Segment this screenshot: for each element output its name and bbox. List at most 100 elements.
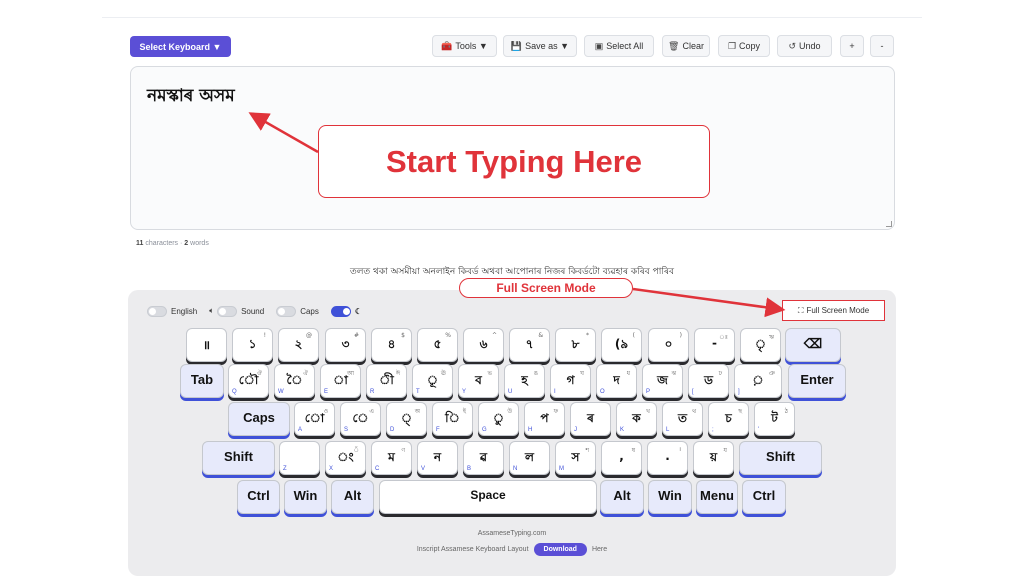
key-row2-4[interactable]: ী ঈ R (366, 364, 407, 398)
key-row2-3[interactable]: া আ E (320, 364, 361, 398)
key-row2-5[interactable]: ূ ঊ T (412, 364, 453, 398)
key-shift-label: @ (306, 332, 312, 339)
key-row1-5[interactable]: ৫% (417, 328, 458, 362)
key-row4-10[interactable]: য় য (693, 441, 734, 475)
key-row1-2[interactable]: ২ @ (278, 328, 319, 362)
sound-toggle-group[interactable]: 🔈︎ Sound (209, 305, 265, 317)
editor-text[interactable]: নমস্কাৰ অসম (147, 83, 235, 111)
tools-button[interactable]: 🧰 Tools ▼ (432, 35, 497, 57)
key-row4-4[interactable]: নV (417, 441, 458, 475)
key-row5-1[interactable]: Win (284, 480, 327, 514)
key-row1-6[interactable]: ৬ ^ (463, 328, 504, 362)
undo-button[interactable]: ↺ Undo (777, 35, 832, 57)
key-row4-1[interactable]: Z (279, 441, 320, 475)
undo-label: Undo (799, 41, 821, 51)
key-row2-1[interactable]: ৌ ঔ Q (228, 364, 269, 398)
key-row1-1[interactable]: ১! (232, 328, 273, 362)
key-row1-13[interactable]: ⌫ (785, 328, 841, 362)
resize-handle[interactable] (886, 221, 892, 227)
dark-mode-toggle[interactable] (330, 305, 351, 317)
copy-button[interactable]: ❐ Copy (718, 35, 770, 57)
key-row2-12[interactable]: ় ঞ] (734, 364, 782, 398)
key-row1-9[interactable]: (৯( (601, 328, 642, 362)
key-shift-label: ঞ (768, 370, 775, 377)
select-keyboard-button[interactable]: Select Keyboard ▼ (130, 36, 231, 57)
key-shift-label: ঠ (784, 408, 788, 415)
key-latin-label: B (467, 466, 472, 472)
key-row3-3[interactable]: ্ অ D (386, 402, 427, 436)
key-row1-12[interactable]: ৃ ঋ (740, 328, 781, 362)
key-row3-2[interactable]: ে এ S (340, 402, 381, 436)
key-row5-4[interactable]: Alt (600, 480, 644, 514)
key-row3-11[interactable]: ট ঠ ' (754, 402, 795, 436)
key-row2-8[interactable]: গঘ I (550, 364, 591, 398)
key-row2-6[interactable]: বভY (458, 364, 499, 398)
key-label: ৩ (341, 337, 350, 351)
key-shift-label: ঃ (719, 334, 728, 341)
english-toggle[interactable] (147, 305, 167, 317)
key-row1-8[interactable]: ৮ * (555, 328, 596, 362)
key-row5-0[interactable]: Ctrl (237, 480, 280, 514)
clear-button[interactable]: 🗑 Clear (662, 35, 710, 57)
sound-toggle[interactable] (217, 305, 238, 317)
key-shift-label: ধ (626, 370, 630, 377)
key-label: ৫ (433, 337, 442, 351)
sound-label: Sound (241, 306, 265, 316)
dark-mode-toggle-group[interactable]: ☾ (330, 305, 362, 317)
key-row5-5[interactable]: Win (648, 480, 692, 514)
key-latin-label: K (620, 427, 625, 433)
key-row3-7[interactable]: ৰJ (570, 402, 611, 436)
key-row4-11[interactable]: Shift (739, 441, 822, 475)
key-row2-0[interactable]: Tab (180, 364, 224, 398)
key-row3-4[interactable]: ি ই F (432, 402, 473, 436)
key-row4-6[interactable]: লN (509, 441, 550, 475)
caps-toggle[interactable] (276, 305, 297, 317)
key-row4-8[interactable]: ,ষ (601, 441, 642, 475)
key-row3-10[interactable]: চ ছ; (708, 402, 749, 436)
key-row5-3[interactable]: Space (379, 480, 597, 514)
key-row2-2[interactable]: ৈ ঐ W (274, 364, 315, 398)
key-shift-label: আ (347, 370, 354, 377)
key-label: Alt (343, 488, 362, 503)
zoom-out-button[interactable]: - (870, 35, 894, 57)
key-row5-2[interactable]: Alt (331, 480, 374, 514)
key-row1-10[interactable]: ০) (648, 328, 689, 362)
key-row5-6[interactable]: Menu (696, 480, 738, 514)
caps-toggle-group[interactable]: Caps (276, 305, 319, 317)
key-label: ৬ (479, 337, 488, 351)
key-row2-11[interactable]: ড ঢ [ (688, 364, 729, 398)
zoom-in-button[interactable]: + (840, 35, 864, 57)
key-row5-7[interactable]: Ctrl (742, 480, 786, 514)
key-row4-2[interactable]: ংঁ X (325, 441, 366, 475)
key-row4-3[interactable]: মণC (371, 441, 412, 475)
key-row3-6[interactable]: পফH (524, 402, 565, 436)
key-latin-label: ' (758, 427, 760, 433)
key-row1-0[interactable]: ॥ (186, 328, 227, 362)
key-row3-1[interactable]: ো ও A (294, 402, 335, 436)
full-screen-button[interactable]: ⛶ Full Screen Mode (782, 300, 885, 321)
key-row1-7[interactable]: ৭ & (509, 328, 550, 362)
key-row2-9[interactable]: দধO (596, 364, 637, 398)
key-row3-5[interactable]: ু উ G (478, 402, 519, 436)
key-row3-9[interactable]: তথL (662, 402, 703, 436)
copy-label: Copy (739, 41, 761, 51)
key-row4-5[interactable]: ৱB (463, 441, 504, 475)
save-as-button[interactable]: 💾 Save as ▼ (503, 35, 577, 57)
word-count: 2 (184, 240, 189, 247)
key-row4-7[interactable]: সশM (555, 441, 596, 475)
key-row4-0[interactable]: Shift (202, 441, 275, 475)
key-row2-7[interactable]: হঙU (504, 364, 545, 398)
text-editor[interactable]: নমস্কাৰ অসম Start Typing Here (130, 66, 895, 230)
key-row2-10[interactable]: জঝP (642, 364, 683, 398)
key-shift-label: ও (323, 408, 328, 415)
download-button[interactable]: Download (533, 543, 587, 556)
key-row4-9[interactable]: . । (647, 441, 688, 475)
key-row3-0[interactable]: Caps (228, 402, 290, 436)
key-row1-11[interactable]: -ঃ (694, 328, 735, 362)
key-row1-4[interactable]: ৪ $ (371, 328, 412, 362)
key-row2-13[interactable]: Enter (788, 364, 846, 398)
key-row1-3[interactable]: ৩ # (325, 328, 366, 362)
key-row3-8[interactable]: কখK (616, 402, 657, 436)
english-toggle-group[interactable]: English (147, 305, 197, 317)
select-all-button[interactable]: ▣ Select All (584, 35, 654, 57)
